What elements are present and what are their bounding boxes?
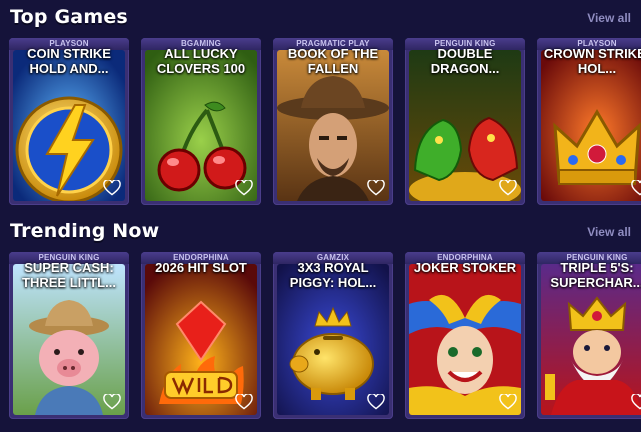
view-all-link[interactable]: View all	[587, 11, 631, 25]
top-games-row: PLAYSON COIN STRIKE HOLD AND... BGAMING …	[9, 38, 641, 206]
section-title: Top Games	[10, 6, 128, 28]
game-card[interactable]: PLAYSON COIN STRIKE HOLD AND...	[9, 38, 129, 205]
section-title: Trending Now	[10, 220, 160, 242]
heart-icon[interactable]	[631, 180, 641, 196]
heart-icon[interactable]	[367, 394, 385, 410]
game-card[interactable]: GAMZIX 3X3 ROYAL PIGGY: HOL...	[273, 252, 393, 419]
heart-icon[interactable]	[235, 394, 253, 410]
heart-icon[interactable]	[499, 180, 517, 196]
heart-icon[interactable]	[103, 180, 121, 196]
game-title: 3X3 ROYAL PIGGY: HOL...	[289, 260, 377, 290]
top-games-header: Top Games View all	[0, 0, 641, 30]
game-title: 2026 HIT SLOT	[155, 260, 247, 275]
game-title: ALL LUCKY CLOVERS 100	[156, 46, 246, 76]
game-card[interactable]: PENGUIN KING DOUBLE DRAGON...	[405, 38, 525, 205]
heart-icon[interactable]	[235, 180, 253, 196]
wild-flame-icon	[145, 264, 257, 415]
game-title: BOOK OF THE FALLEN	[287, 46, 379, 76]
heart-icon[interactable]	[367, 180, 385, 196]
game-card[interactable]: ENDORPHINA 2026 HIT SLOT	[141, 252, 261, 419]
trending-row: PENGUIN KING SUPER CASH: THREE LITTL... …	[9, 252, 641, 420]
game-card[interactable]: PRAGMATIC PLAY BOOK OF THE FALLEN	[273, 38, 393, 205]
game-title: TRIPLE 5'S: SUPERCHAR...	[550, 260, 641, 290]
game-card[interactable]: BGAMING ALL LUCKY CLOVERS 100	[141, 38, 261, 205]
game-title: SUPER CASH: THREE LITTL...	[22, 260, 116, 290]
game-title: COIN STRIKE HOLD AND...	[27, 46, 111, 76]
game-card[interactable]: PENGUIN KING	[537, 252, 641, 419]
trending-section: Trending Now View all PENGUIN KING SUPER…	[0, 214, 641, 419]
game-card[interactable]: ENDORPHINA JOKER STOKER	[405, 252, 525, 419]
game-title: DOUBLE DRAGON...	[430, 46, 500, 76]
view-all-link[interactable]: View all	[587, 225, 631, 239]
joker-icon	[409, 264, 521, 415]
heart-icon[interactable]	[631, 394, 641, 410]
game-card[interactable]: PENGUIN KING	[9, 252, 129, 419]
game-title: JOKER STOKER	[413, 260, 517, 275]
game-title: CROWN STRIKE: HOL...	[543, 46, 641, 76]
trending-header: Trending Now View all	[0, 214, 641, 244]
heart-icon[interactable]	[103, 394, 121, 410]
heart-icon[interactable]	[499, 394, 517, 410]
game-card[interactable]: PLAYSON CROWN STRIKE: HOL...	[537, 38, 641, 205]
top-games-section: Top Games View all PLAYSON COIN STRIKE H…	[0, 0, 641, 205]
